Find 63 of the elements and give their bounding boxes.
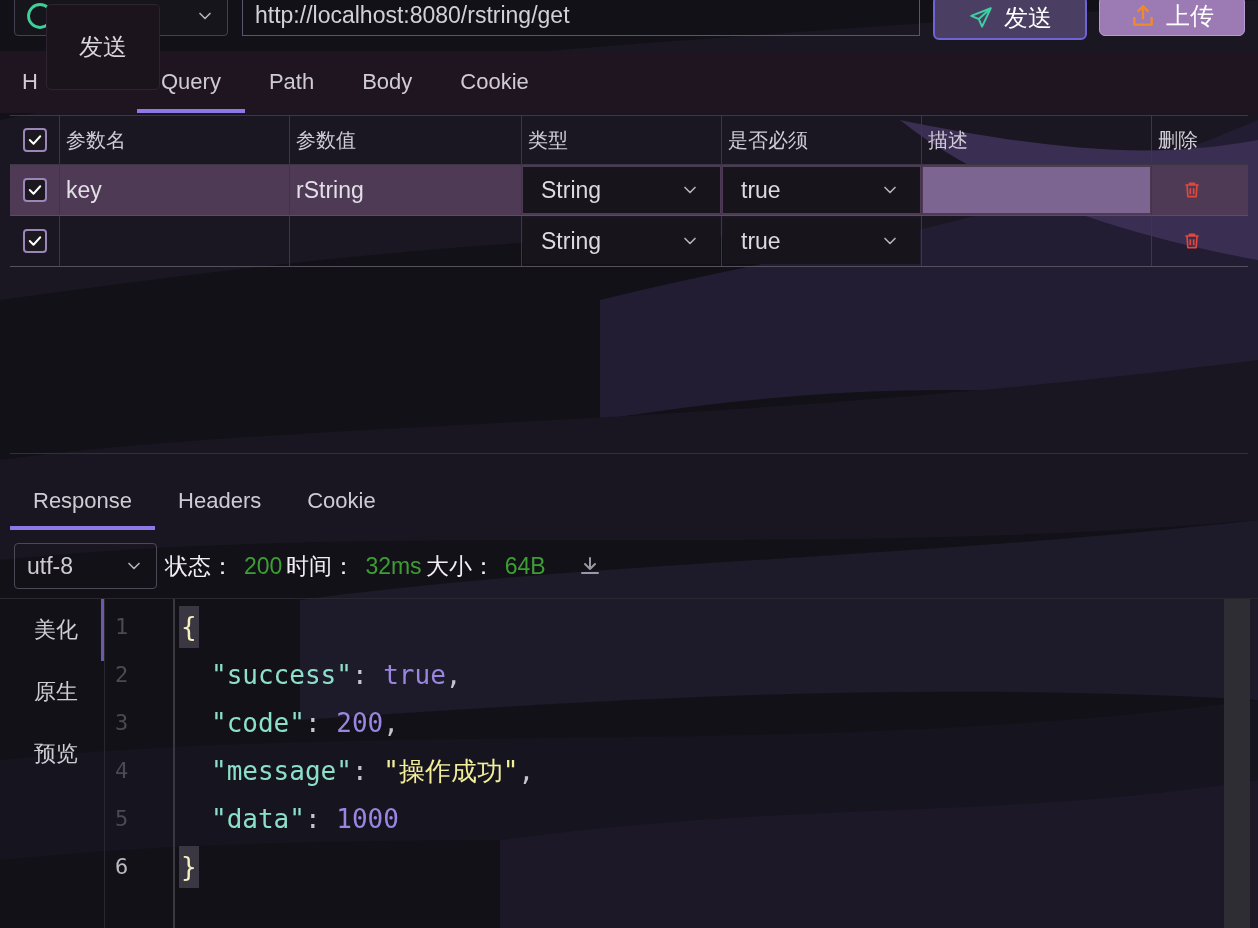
code-token: "code" <box>211 707 305 740</box>
code-token: : <box>351 659 369 692</box>
line-number: 6 <box>114 853 130 881</box>
tab[interactable]: Headers <box>155 476 285 530</box>
scrollbar[interactable] <box>1224 599 1250 928</box>
type-select[interactable]: String <box>523 218 720 264</box>
meta-value: 32ms <box>365 552 422 580</box>
column-header: 是否必须 <box>728 127 808 153</box>
meta-label: 状态： <box>165 551 234 581</box>
checkbox[interactable] <box>22 178 47 202</box>
view-mode-tab[interactable]: 原生 <box>10 661 104 723</box>
column-header: 参数名 <box>66 127 126 153</box>
tab[interactable]: Cookie <box>436 51 553 113</box>
trash-icon <box>1182 180 1202 200</box>
code-token: true <box>383 659 446 692</box>
selected-row[interactable]: key rString String true <box>10 165 1248 216</box>
matched-brace: } <box>179 846 199 888</box>
meta-value: 64B <box>504 552 546 580</box>
code-token: , <box>383 707 399 740</box>
code-token: 1000 <box>336 803 399 836</box>
tab[interactable]: Body <box>338 51 437 113</box>
column-header: 描述 <box>928 127 968 153</box>
line-number: 3 <box>114 709 130 737</box>
code-token: 200 <box>336 707 384 740</box>
required-select[interactable]: true <box>723 167 920 213</box>
code-token: : <box>304 803 322 836</box>
matched-brace: { <box>179 606 199 648</box>
meta-value: 200 <box>244 552 283 580</box>
required-select[interactable]: true <box>723 218 920 264</box>
tooltip: 发送 <box>46 4 160 90</box>
view-mode-tab[interactable]: 美化 <box>10 599 104 661</box>
trash-icon <box>1182 231 1202 251</box>
table-cell: key <box>66 176 102 204</box>
meta-label: 大小： <box>425 551 495 581</box>
code-token: : <box>351 755 369 788</box>
code-token: "data" <box>211 803 305 836</box>
code-token: "success" <box>211 659 352 692</box>
type-select[interactable]: String <box>523 167 720 213</box>
code-token: "message" <box>211 755 352 788</box>
checkbox[interactable] <box>22 128 47 152</box>
line-number: 2 <box>114 661 130 689</box>
tab[interactable]: Response <box>10 476 156 530</box>
upload-button[interactable]: 上传 <box>1099 0 1245 36</box>
encoding-select[interactable]: utf-8 <box>14 543 157 589</box>
table-cell: rString <box>296 176 364 204</box>
line-number: 1 <box>114 613 130 641</box>
code-token: : <box>304 707 322 740</box>
meta-label: 时间： <box>286 551 356 581</box>
tab[interactable]: Cookie <box>284 476 399 530</box>
column-header: 类型 <box>528 127 568 153</box>
paper-plane-icon <box>968 5 994 31</box>
code-token: , <box>445 659 462 692</box>
view-mode-tab[interactable]: 预览 <box>10 723 104 785</box>
column-header: 参数值 <box>296 127 356 153</box>
code-token: "操作成功" <box>383 755 519 788</box>
checkbox[interactable] <box>22 229 47 253</box>
url-field[interactable]: http://localhost:8080/rstring/get <box>242 0 920 36</box>
send-button[interactable]: 发送 <box>933 0 1087 40</box>
column-header: 删除 <box>1158 127 1198 153</box>
description-field[interactable] <box>923 167 1150 213</box>
upload-icon <box>1130 3 1156 29</box>
code-token: , <box>518 755 535 788</box>
tab[interactable]: Path <box>244 51 339 113</box>
